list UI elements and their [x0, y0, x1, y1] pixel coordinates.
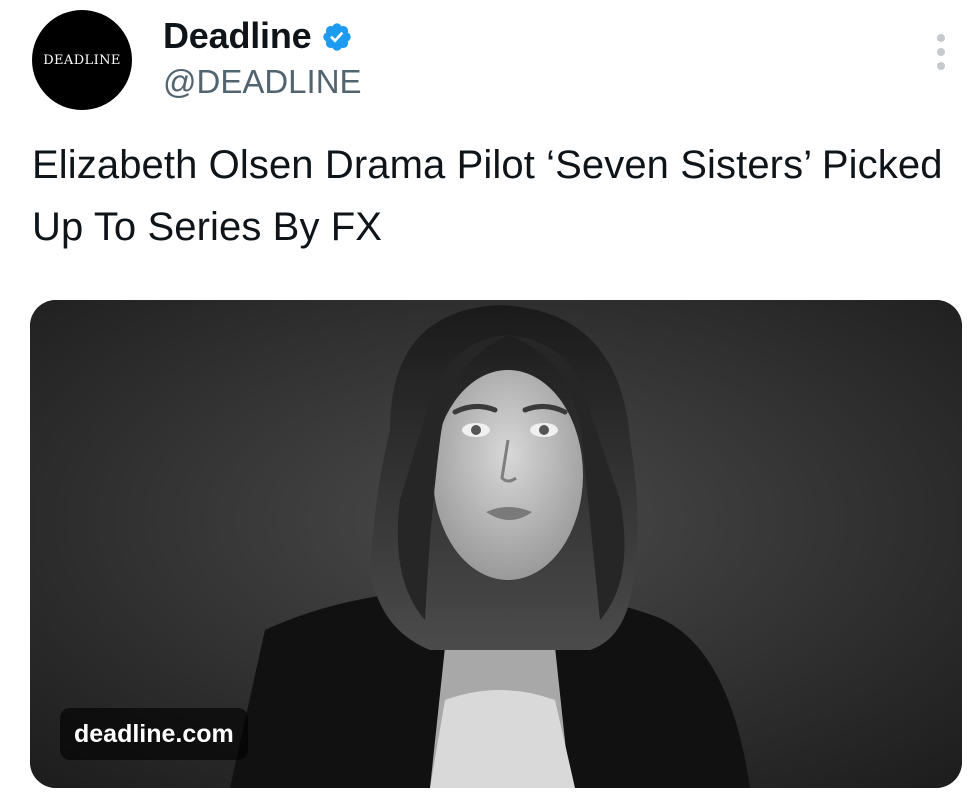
tweet-text: Elizabeth Olsen Drama Pilot ‘Seven Siste… [32, 143, 943, 249]
more-options-button[interactable] [928, 30, 954, 74]
card-domain-label[interactable]: deadline.com [60, 708, 248, 760]
display-name-row: Deadline [163, 14, 353, 58]
more-dot [937, 34, 945, 42]
verified-badge-icon [323, 23, 352, 51]
avatar-logo-text: DEADLINE [43, 52, 121, 68]
more-dot [937, 62, 945, 70]
user-handle[interactable]: @DEADLINE [163, 62, 362, 102]
avatar[interactable]: DEADLINE [32, 10, 132, 110]
display-name[interactable]: Deadline [163, 14, 312, 58]
more-dot [937, 48, 945, 56]
